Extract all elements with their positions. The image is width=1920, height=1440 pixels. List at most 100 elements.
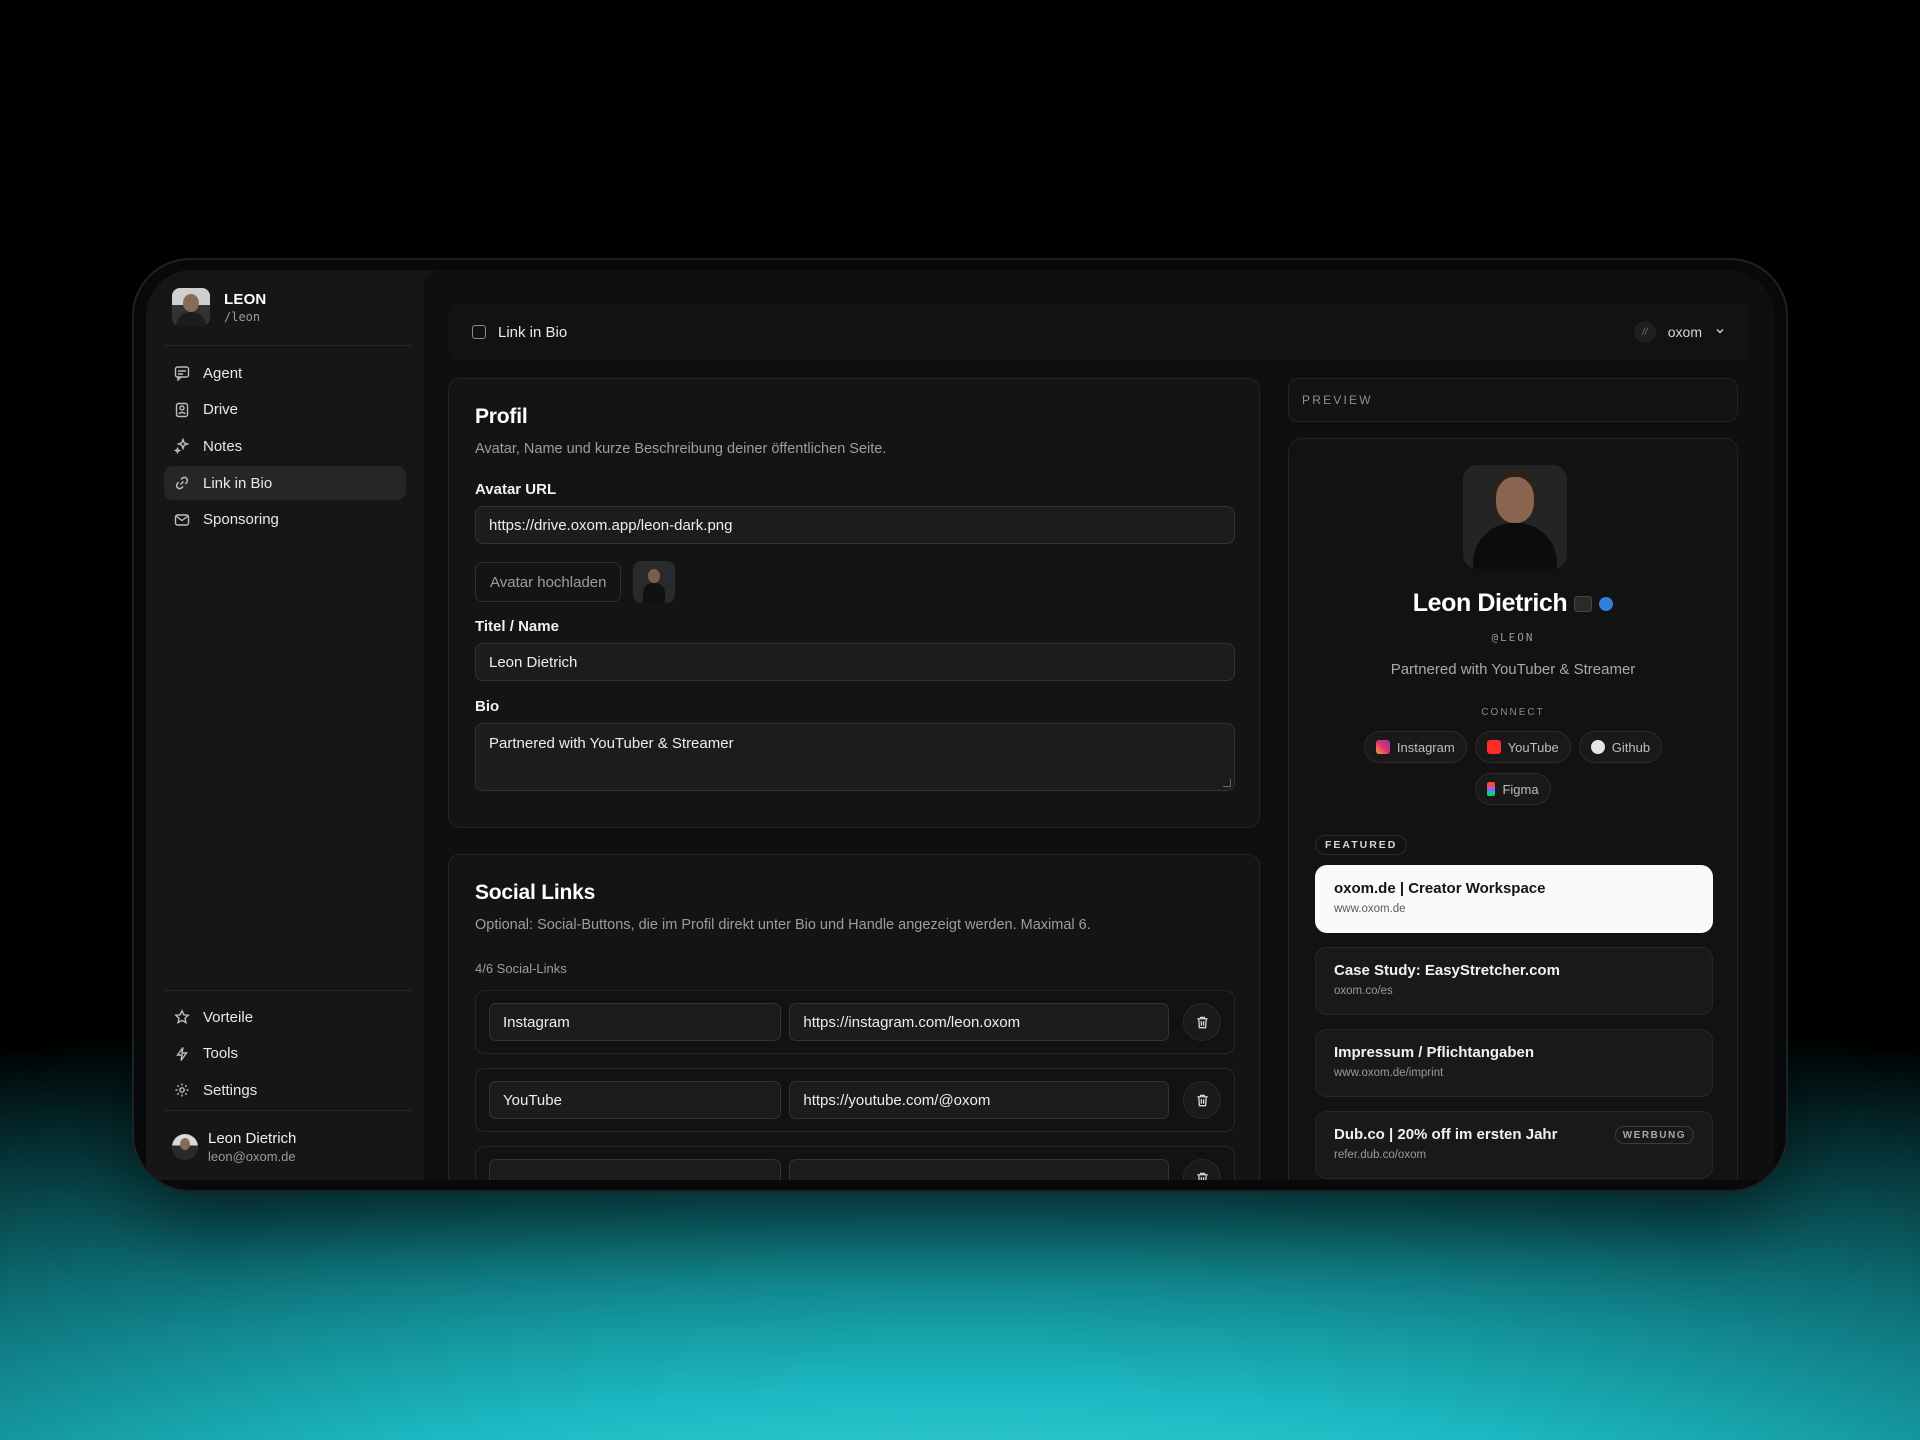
sidebar-item-agent[interactable]: Agent: [164, 356, 406, 390]
gear-icon: [174, 1082, 190, 1098]
divider: [164, 345, 412, 346]
sidebar-item-label: Tools: [203, 1045, 239, 1063]
page-title: Link in Bio: [498, 323, 568, 341]
chevron-down-icon: [1714, 324, 1726, 340]
section-title: Profil: [475, 405, 528, 428]
drive-icon: [174, 402, 190, 418]
sidebar-item-label: Settings: [203, 1081, 258, 1099]
sidebar-item-settings[interactable]: Settings: [164, 1073, 406, 1107]
chip-label: Figma: [1502, 781, 1539, 797]
featured-label: FEATURED: [1315, 835, 1408, 855]
sidebar-item-sponsoring[interactable]: Sponsoring: [164, 503, 406, 537]
profile-avatar: [1463, 465, 1567, 569]
url-input[interactable]: https://youtube.com/@oxom: [789, 1081, 1170, 1119]
sidebar-item-label: Agent: [203, 364, 243, 382]
profile-handle: @LEON: [1491, 631, 1535, 644]
chip-label: Instagram: [1396, 739, 1455, 755]
upload-avatar-button[interactable]: Avatar hochladen: [475, 562, 622, 602]
preview-header: PREVIEW: [1288, 378, 1738, 422]
social-link-row: YouTube https://youtube.com/@oxom: [475, 1068, 1235, 1132]
creator-badge-icon: [1574, 595, 1593, 612]
connect-label: CONNECT: [1481, 707, 1545, 718]
main-content: Link in Bio // oxom Profil Avatar, Name …: [424, 270, 1774, 1180]
sidebar: LEON /leon Agent Drive Notes Link in Bio: [146, 270, 424, 1180]
user-menu[interactable]: Leon Dietrich leon@oxom.de: [172, 1130, 296, 1164]
star-icon: [174, 1009, 190, 1025]
url-input[interactable]: https://instagram.com/leon.oxom: [789, 1003, 1170, 1041]
sidebar-toggle-icon[interactable]: [472, 325, 486, 339]
avatar-upload-row: Avatar hochladen: [475, 561, 1233, 603]
social-chip-youtube[interactable]: YouTube: [1474, 731, 1571, 763]
preview-panel: Leon Dietrich @LEON Partnered with YouTu…: [1288, 438, 1738, 1180]
workspace-brand[interactable]: LEON /leon: [172, 288, 266, 326]
platform-input[interactable]: YouTube: [489, 1081, 782, 1119]
profile-card: Profil Avatar, Name und kurze Beschreibu…: [448, 378, 1260, 828]
sidebar-item-link-in-bio[interactable]: Link in Bio: [164, 466, 406, 501]
user-email: leon@oxom.de: [208, 1149, 296, 1164]
delete-button[interactable]: [1183, 1081, 1221, 1119]
bio-label: Bio: [475, 698, 500, 715]
sidebar-item-vorteile[interactable]: Vorteile: [164, 1000, 406, 1034]
secondary-nav: Vorteile Tools Settings: [164, 1000, 406, 1110]
device-frame: LEON /leon Agent Drive Notes Link in Bio: [134, 260, 1786, 1190]
mail-icon: [174, 512, 190, 528]
featured-link[interactable]: Dub.co | 20% off im ersten Jahr refer.du…: [1315, 1111, 1713, 1179]
github-icon: [1590, 740, 1605, 754]
workspace-badge: //: [1633, 321, 1656, 343]
bolt-icon: [174, 1046, 190, 1062]
trash-icon: [1196, 1094, 1208, 1106]
social-links-card: Social Links Optional: Social-Buttons, d…: [448, 854, 1260, 1180]
topbar: Link in Bio // oxom: [448, 304, 1750, 360]
profile-bio: Partnered with YouTuber & Streamer: [1390, 661, 1636, 678]
avatar: [172, 1134, 198, 1160]
sidebar-item-drive[interactable]: Drive: [164, 393, 406, 427]
sidebar-item-label: Drive: [203, 401, 239, 419]
brand-handle: /leon: [224, 309, 261, 324]
platform-input[interactable]: [489, 1159, 782, 1180]
bio-textarea[interactable]: Partnered with YouTuber & Streamer: [475, 723, 1235, 791]
link-title: Impressum / Pflichtangaben: [1334, 1044, 1535, 1061]
link-url: www.oxom.de: [1334, 903, 1406, 915]
chip-label: Github: [1611, 739, 1651, 755]
link-url: refer.dub.co/oxom: [1334, 1149, 1427, 1161]
social-link-count: 4/6 Social-Links: [475, 961, 567, 976]
sidebar-item-label: Sponsoring: [203, 511, 279, 529]
instagram-icon: [1375, 740, 1390, 754]
name-label: Titel / Name: [475, 618, 559, 635]
social-link-row: Instagram https://instagram.com/leon.oxo…: [475, 990, 1235, 1054]
workspace-switcher[interactable]: // oxom: [1633, 321, 1726, 343]
sidebar-item-label: Vorteile: [203, 1008, 254, 1026]
social-chip-instagram[interactable]: Instagram: [1363, 731, 1467, 763]
user-name: Leon Dietrich: [208, 1130, 297, 1147]
avatar: [172, 288, 210, 326]
sidebar-item-notes[interactable]: Notes: [164, 429, 406, 463]
link-title: oxom.de | Creator Workspace: [1334, 880, 1546, 897]
featured-link[interactable]: Impressum / Pflichtangaben www.oxom.de/i…: [1315, 1029, 1713, 1097]
delete-button[interactable]: [1183, 1159, 1221, 1180]
profile-name-row: Leon Dietrich: [1289, 589, 1737, 618]
sidebar-item-tools[interactable]: Tools: [164, 1037, 406, 1071]
trash-icon: [1196, 1016, 1208, 1028]
social-link-row: [475, 1146, 1235, 1180]
primary-nav: Agent Drive Notes Link in Bio Sponsoring: [164, 356, 406, 539]
platform-input[interactable]: Instagram: [489, 1003, 782, 1041]
divider: [164, 1110, 412, 1111]
featured-link[interactable]: Case Study: EasyStretcher.com oxom.co/es: [1315, 947, 1713, 1015]
workspace-name: oxom: [1667, 324, 1702, 340]
chip-label: YouTube: [1507, 739, 1559, 755]
avatar-url-input[interactable]: https://drive.oxom.app/leon-dark.png: [475, 506, 1235, 544]
name-input[interactable]: Leon Dietrich: [475, 643, 1235, 681]
profile-name: Leon Dietrich: [1412, 589, 1568, 617]
link-url: oxom.co/es: [1334, 985, 1393, 997]
social-chip-figma[interactable]: Figma: [1475, 773, 1551, 805]
sparkle-icon: [174, 438, 190, 455]
delete-button[interactable]: [1183, 1003, 1221, 1041]
link-url: www.oxom.de/imprint: [1334, 1067, 1444, 1079]
avatar-url-label: Avatar URL: [475, 481, 557, 498]
verified-icon: [1599, 596, 1614, 611]
trash-icon: [1196, 1172, 1208, 1180]
social-chips: Instagram YouTube Github Figma: [1339, 731, 1687, 805]
featured-link[interactable]: oxom.de | Creator Workspace www.oxom.de: [1315, 865, 1713, 933]
url-input[interactable]: [789, 1159, 1170, 1180]
social-chip-github[interactable]: Github: [1578, 731, 1663, 763]
